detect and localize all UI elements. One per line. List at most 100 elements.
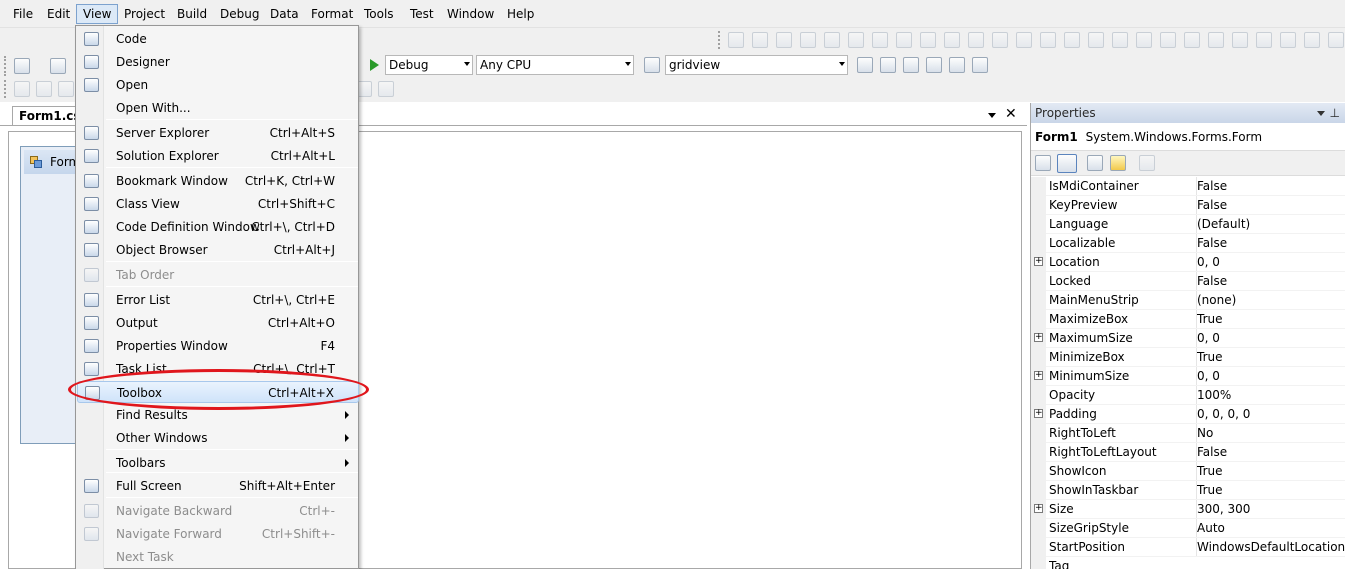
property-row[interactable]: MinimizeBox True	[1031, 348, 1345, 367]
view-menu-item-class-view[interactable]: Class View Ctrl+Shift+C	[77, 193, 359, 215]
menu-debug[interactable]: Debug	[214, 4, 265, 24]
solution-configuration-select[interactable]: Debug	[385, 55, 473, 75]
view-menu-item-open-with[interactable]: Open With...	[77, 97, 359, 119]
property-row[interactable]: + MaximumSize 0, 0	[1031, 329, 1345, 348]
view-menu-item-toolbars[interactable]: Toolbars	[77, 452, 359, 474]
view-menu-item-error-list[interactable]: Error List Ctrl+\, Ctrl+E	[77, 289, 359, 311]
property-value[interactable]: 0, 0	[1196, 253, 1345, 272]
property-value[interactable]: True	[1196, 481, 1345, 500]
menu-format[interactable]: Format	[305, 4, 359, 24]
expand-icon[interactable]: +	[1034, 257, 1043, 266]
property-row[interactable]: RightToLeft No	[1031, 424, 1345, 443]
property-value[interactable]: WindowsDefaultLocation	[1196, 538, 1345, 557]
view-menu-item-object-browser[interactable]: Object Browser Ctrl+Alt+J	[77, 239, 359, 261]
chevron-down-icon[interactable]	[1317, 111, 1325, 116]
property-row[interactable]: Language (Default)	[1031, 215, 1345, 234]
toolbar-grip[interactable]	[718, 31, 721, 49]
property-row[interactable]: KeyPreview False	[1031, 196, 1345, 215]
property-value[interactable]: 0, 0, 0, 0	[1196, 405, 1345, 424]
property-value[interactable]: False	[1196, 272, 1345, 291]
view-menu-item-code[interactable]: Code	[77, 28, 359, 50]
toolbar-grip[interactable]	[4, 80, 7, 98]
layout-icon[interactable]	[728, 32, 744, 48]
property-value[interactable]: False	[1196, 443, 1345, 462]
property-value[interactable]: 0, 0	[1196, 367, 1345, 386]
layout-icon[interactable]	[848, 32, 864, 48]
view-menu-item-properties-window[interactable]: Properties Window F4	[77, 335, 359, 357]
property-row[interactable]: StartPosition WindowsDefaultLocation	[1031, 538, 1345, 557]
layout-icon[interactable]	[36, 81, 52, 97]
layout-icon[interactable]	[872, 32, 888, 48]
layout-icon[interactable]	[896, 32, 912, 48]
property-value[interactable]: (Default)	[1196, 215, 1345, 234]
layout-icon[interactable]	[1280, 32, 1296, 48]
layout-icon[interactable]	[1016, 32, 1032, 48]
expand-icon[interactable]: +	[1034, 409, 1043, 418]
layout-icon[interactable]	[1208, 32, 1224, 48]
start-page-icon[interactable]	[949, 57, 965, 73]
property-row[interactable]: Locked False	[1031, 272, 1345, 291]
property-row[interactable]: ShowInTaskbar True	[1031, 481, 1345, 500]
layout-icon[interactable]	[1328, 32, 1344, 48]
layout-icon[interactable]	[920, 32, 936, 48]
layout-icon[interactable]	[992, 32, 1008, 48]
layout-icon[interactable]	[776, 32, 792, 48]
property-value[interactable]: 300, 300	[1196, 500, 1345, 519]
events-icon[interactable]	[1110, 155, 1126, 171]
property-value[interactable]: No	[1196, 424, 1345, 443]
alphabetical-icon[interactable]	[1057, 154, 1077, 173]
find-in-files-icon[interactable]	[644, 57, 660, 73]
layout-icon[interactable]	[14, 81, 30, 97]
property-value[interactable]: 100%	[1196, 386, 1345, 405]
layout-icon[interactable]	[1304, 32, 1320, 48]
menu-file[interactable]: File	[7, 4, 39, 24]
toolbox-icon[interactable]	[926, 57, 942, 73]
property-value[interactable]: True	[1196, 348, 1345, 367]
menu-build[interactable]: Build	[171, 4, 213, 24]
view-menu-item-server-explorer[interactable]: Server Explorer Ctrl+Alt+S	[77, 122, 359, 144]
active-files-dropdown-icon[interactable]	[988, 113, 996, 118]
property-pages-icon[interactable]	[1139, 155, 1155, 171]
layout-icon[interactable]	[1136, 32, 1152, 48]
menu-project[interactable]: Project	[118, 4, 171, 24]
view-menu-item-code-definition-window[interactable]: Code Definition Window Ctrl+\, Ctrl+D	[77, 216, 359, 238]
layout-icon[interactable]	[824, 32, 840, 48]
property-row[interactable]: ShowIcon True	[1031, 462, 1345, 481]
view-menu-item-bookmark-window[interactable]: Bookmark Window Ctrl+K, Ctrl+W	[77, 170, 359, 192]
pin-icon[interactable]: ⊥	[1330, 103, 1340, 123]
view-menu-item-open[interactable]: Open	[77, 74, 359, 96]
property-row[interactable]: + Padding 0, 0, 0, 0	[1031, 405, 1345, 424]
layout-icon[interactable]	[800, 32, 816, 48]
property-value[interactable]: False	[1196, 234, 1345, 253]
menu-view[interactable]: View	[76, 4, 119, 24]
layout-icon[interactable]	[58, 81, 74, 97]
property-row[interactable]: MainMenuStrip (none)	[1031, 291, 1345, 310]
object-browser-icon[interactable]	[903, 57, 919, 73]
property-row[interactable]: Opacity 100%	[1031, 386, 1345, 405]
property-value[interactable]: 0, 0	[1196, 329, 1345, 348]
layout-icon[interactable]	[1232, 32, 1248, 48]
expand-icon[interactable]: +	[1034, 504, 1043, 513]
view-menu-item-designer[interactable]: Designer	[77, 51, 359, 73]
layout-icon[interactable]	[968, 32, 984, 48]
property-row[interactable]: + Size 300, 300	[1031, 500, 1345, 519]
layout-icon[interactable]	[1160, 32, 1176, 48]
menu-data[interactable]: Data	[264, 4, 305, 24]
view-menu-item-output[interactable]: Output Ctrl+Alt+O	[77, 312, 359, 334]
menu-window[interactable]: Window	[441, 4, 500, 24]
property-row[interactable]: + Location 0, 0	[1031, 253, 1345, 272]
start-debugging-icon[interactable]	[370, 59, 379, 71]
expand-icon[interactable]: +	[1034, 333, 1043, 342]
menu-test[interactable]: Test	[404, 4, 440, 24]
new-project-icon[interactable]	[14, 58, 30, 74]
layout-icon[interactable]	[1256, 32, 1272, 48]
menu-edit[interactable]: Edit	[41, 4, 76, 24]
property-value[interactable]: Auto	[1196, 519, 1345, 538]
property-row[interactable]: MaximizeBox True	[1031, 310, 1345, 329]
object-selector[interactable]: Form1 System.Windows.Forms.Form	[1031, 127, 1345, 147]
layout-icon[interactable]	[1064, 32, 1080, 48]
search-icon[interactable]	[378, 81, 394, 97]
property-row[interactable]: RightToLeftLayout False	[1031, 443, 1345, 462]
categorized-icon[interactable]	[1035, 155, 1051, 171]
layout-icon[interactable]	[1112, 32, 1128, 48]
